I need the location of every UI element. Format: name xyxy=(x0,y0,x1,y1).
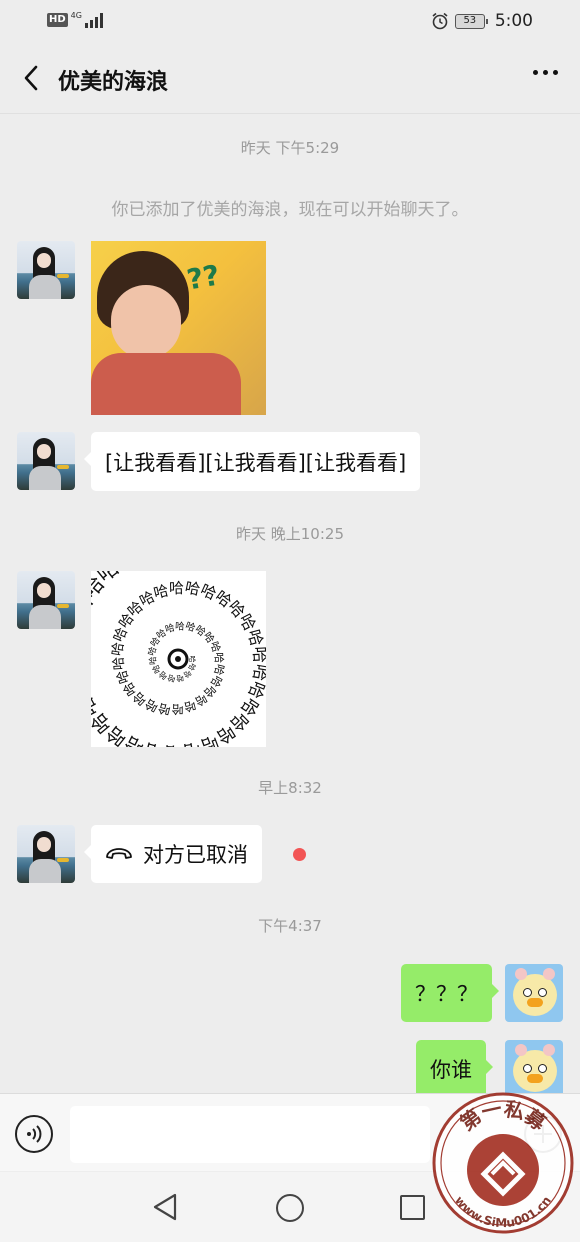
plus-icon[interactable] xyxy=(524,1115,562,1153)
voice-icon xyxy=(27,1125,42,1143)
spiral-sticker-icon: 哈哈哈哈哈哈哈哈哈哈哈哈哈哈哈哈哈哈哈哈哈哈哈哈哈哈哈哈哈哈哈哈哈哈哈哈哈 哈哈哈… xyxy=(91,571,266,747)
sticker-glyph: 哈 xyxy=(212,652,225,663)
sticker-glyph: 哈 xyxy=(171,702,183,716)
more-dots-icon xyxy=(533,70,538,75)
my-message-bubble[interactable]: 你谁 xyxy=(416,1040,493,1093)
phone-hangup-icon xyxy=(106,848,132,859)
contact-avatar[interactable] xyxy=(17,571,75,629)
hd-badge: HD xyxy=(47,13,68,27)
chat-message-list[interactable]: 昨天 下午5:29 你已添加了优美的海浪，现在可以开始聊天了。 ?? [让我看看… xyxy=(0,115,580,1093)
sticker-glyph: 哈 xyxy=(175,673,184,684)
network-label: 4G xyxy=(70,11,82,20)
my-message-bubble[interactable]: ？？？ xyxy=(401,964,499,1022)
sticker-glyph: 哈 xyxy=(181,738,202,747)
message-input[interactable] xyxy=(70,1106,430,1163)
system-navigation-bar xyxy=(0,1172,580,1242)
message-text: ？？？ xyxy=(415,982,478,1006)
sticker-glyph: 哈 xyxy=(250,646,266,663)
sticker-message[interactable]: 哈哈哈哈哈哈哈哈哈哈哈哈哈哈哈哈哈哈哈哈哈哈哈哈哈哈哈哈哈哈哈哈哈哈哈哈哈哈哈哈… xyxy=(91,571,266,747)
contact-avatar[interactable] xyxy=(17,825,75,883)
sticker-glyph: 哈 xyxy=(152,582,171,602)
input-bar xyxy=(0,1093,580,1171)
sticker-glyph: 哈 xyxy=(169,579,184,597)
timestamp: 下午4:37 xyxy=(258,917,322,935)
timestamp: 昨天 下午5:29 xyxy=(240,139,340,157)
contact-avatar[interactable] xyxy=(17,241,75,299)
voice-button[interactable] xyxy=(15,1115,53,1153)
sticker-glyph: 哈 xyxy=(163,741,182,747)
contact-avatar[interactable] xyxy=(17,432,75,490)
status-bar: HD 4G 53 5:00 xyxy=(0,0,580,44)
signal-icon xyxy=(84,12,103,28)
chevron-left-icon xyxy=(24,65,38,91)
image-message[interactable]: ?? xyxy=(91,241,266,415)
sticker-glyph: 哈 xyxy=(111,656,128,671)
more-button[interactable] xyxy=(533,70,558,75)
call-status-text: 对方已取消 xyxy=(143,843,248,867)
battery-icon: 53 xyxy=(454,13,488,29)
chat-title: 优美的海浪 xyxy=(58,70,169,95)
call-message-bubble[interactable]: 对方已取消 xyxy=(84,825,262,883)
system-message: 你已添加了优美的海浪，现在可以开始聊天了。 xyxy=(111,200,469,220)
message-text: 你谁 xyxy=(430,1058,472,1082)
clock: 5:00 xyxy=(494,11,533,31)
timestamp: 昨天 晚上10:25 xyxy=(236,525,344,543)
system-back-icon[interactable] xyxy=(150,1192,182,1222)
sticker-glyph: 哈 xyxy=(188,656,197,663)
status-left: HD 4G xyxy=(47,12,103,28)
unread-dot xyxy=(293,848,306,861)
system-home-icon[interactable] xyxy=(276,1194,304,1222)
chat-header: 优美的海浪 xyxy=(0,44,580,114)
message-text: [让我看看][让我看看][让我看看] xyxy=(105,450,407,475)
back-button[interactable] xyxy=(14,61,48,95)
my-avatar[interactable] xyxy=(505,1040,563,1093)
alarm-icon xyxy=(432,12,448,30)
status-right: 53 5:00 xyxy=(431,11,533,31)
text-message-bubble[interactable]: [让我看看][让我看看][让我看看] xyxy=(83,432,421,491)
my-avatar[interactable] xyxy=(505,964,563,1022)
timestamp: 早上8:32 xyxy=(258,779,322,797)
system-recent-apps-icon[interactable] xyxy=(400,1195,425,1220)
photo-overlay-text: ?? xyxy=(184,258,223,297)
sticker-center-dot xyxy=(175,656,181,662)
